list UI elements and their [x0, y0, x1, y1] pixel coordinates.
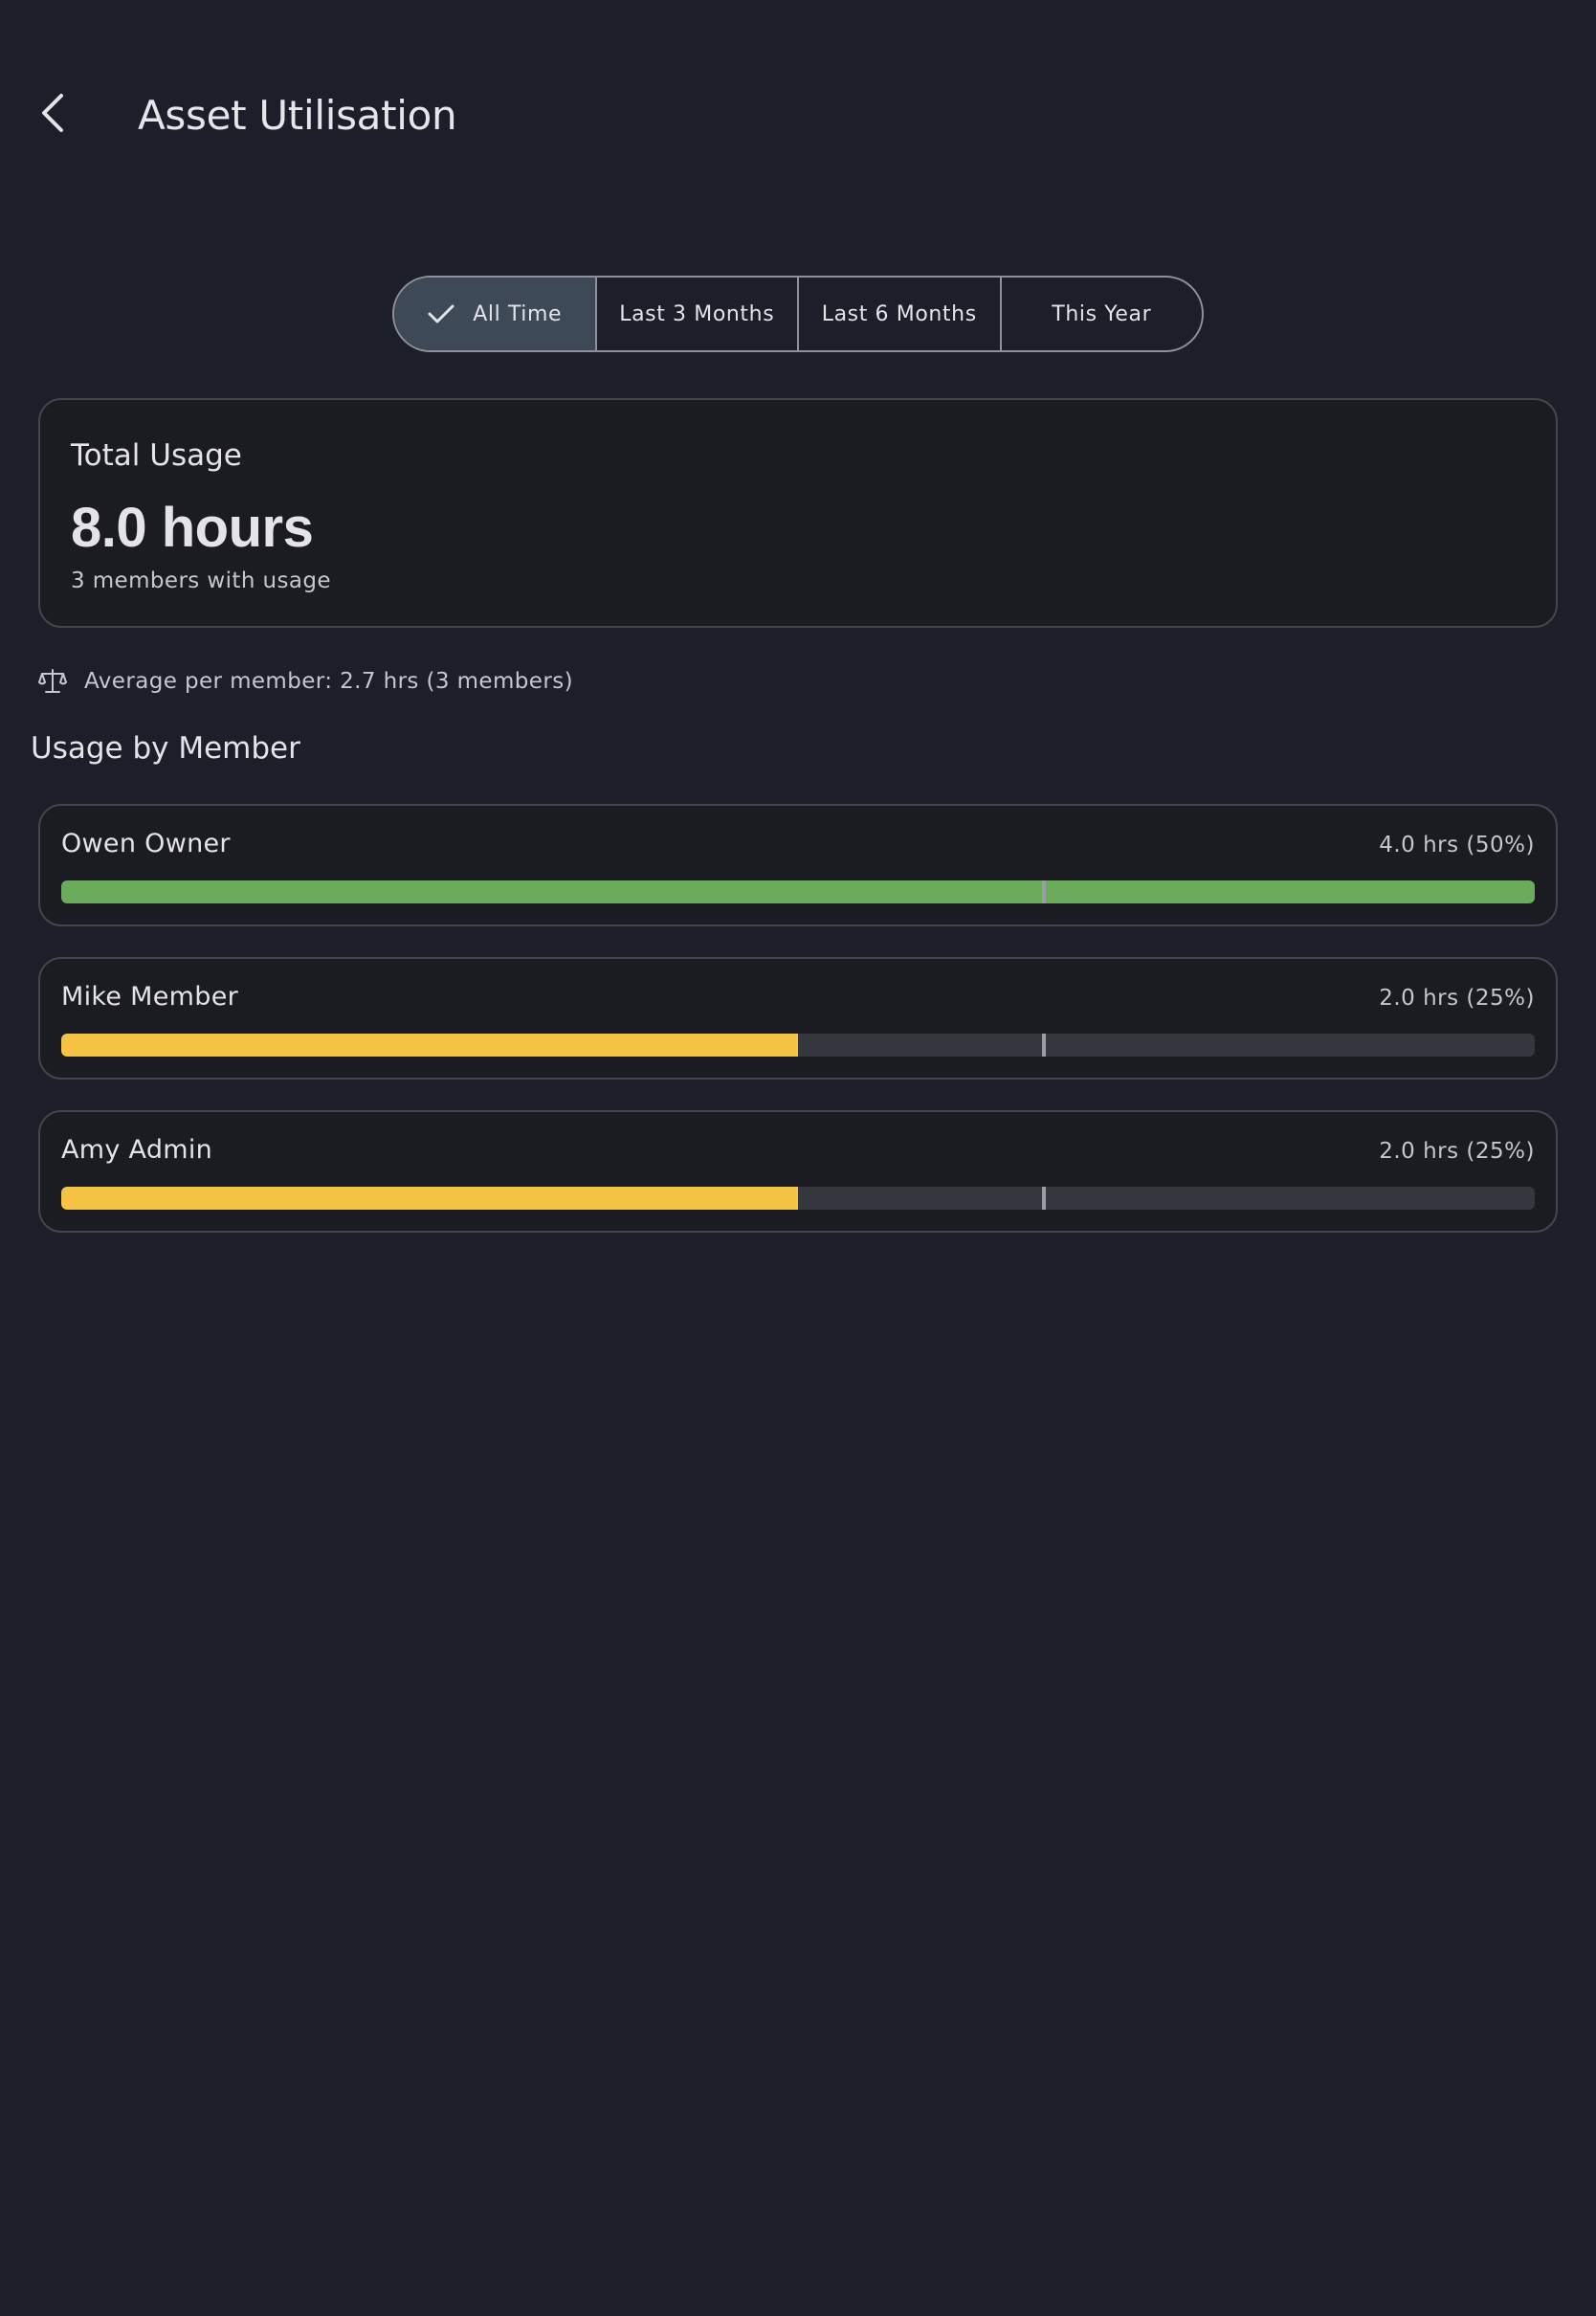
usage-bar-fill [61, 1187, 798, 1210]
total-usage-label: Total Usage [71, 438, 242, 473]
segment-label: All Time [473, 301, 563, 326]
total-usage-card: Total Usage 8.0 hours 3 members with usa… [38, 398, 1558, 628]
average-per-member-row: Average per member: 2.7 hrs (3 members) [38, 664, 573, 699]
average-marker [1042, 1187, 1047, 1210]
member-name: Amy Admin [61, 1135, 213, 1165]
member-usage-card: Mike Member 2.0 hrs (25%) [38, 957, 1558, 1080]
top-app-bar: Asset Utilisation [0, 57, 1596, 172]
period-segmented-control: All Time Last 3 Months Last 6 Months Thi… [392, 276, 1204, 352]
segment-label: Last 3 Months [619, 301, 775, 326]
app-root: Asset Utilisation All Time Last 3 Months… [0, 0, 1596, 2316]
check-icon [427, 302, 455, 325]
usage-bar-fill [61, 880, 1535, 903]
usage-bar-fill [61, 1034, 798, 1057]
usage-bar-track [61, 1034, 1535, 1057]
member-usage-card: Owen Owner 4.0 hrs (50%) [38, 804, 1558, 926]
member-hours: 2.0 hrs (25%) [1379, 1139, 1535, 1164]
segment-last-6-months[interactable]: Last 6 Months [797, 278, 1000, 350]
average-marker [1042, 1034, 1047, 1057]
members-with-usage: 3 members with usage [71, 568, 331, 593]
segment-label: Last 6 Months [821, 301, 977, 326]
section-title: Usage by Member [31, 731, 300, 766]
usage-bar-track [61, 880, 1535, 903]
chevron-left-icon [38, 92, 67, 138]
member-name: Mike Member [61, 982, 239, 1012]
segment-this-year[interactable]: This Year [999, 278, 1203, 350]
usage-bar-track [61, 1187, 1535, 1210]
average-per-member-text: Average per member: 2.7 hrs (3 members) [84, 669, 573, 694]
member-name: Owen Owner [61, 829, 231, 858]
scale-icon [38, 666, 69, 697]
page-title: Asset Utilisation [138, 92, 457, 139]
member-hours: 2.0 hrs (25%) [1379, 986, 1535, 1011]
member-usage-card: Amy Admin 2.0 hrs (25%) [38, 1110, 1558, 1233]
segment-all-time[interactable]: All Time [394, 278, 595, 350]
segment-last-3-months[interactable]: Last 3 Months [594, 278, 798, 350]
average-marker [1042, 880, 1047, 903]
back-button[interactable] [27, 86, 78, 144]
total-usage-value: 8.0 hours [71, 497, 314, 559]
segment-label: This Year [1052, 301, 1152, 326]
member-hours: 4.0 hrs (50%) [1379, 833, 1535, 857]
member-usage-list: Owen Owner 4.0 hrs (50%) Mike Member 2.0… [38, 804, 1558, 1263]
